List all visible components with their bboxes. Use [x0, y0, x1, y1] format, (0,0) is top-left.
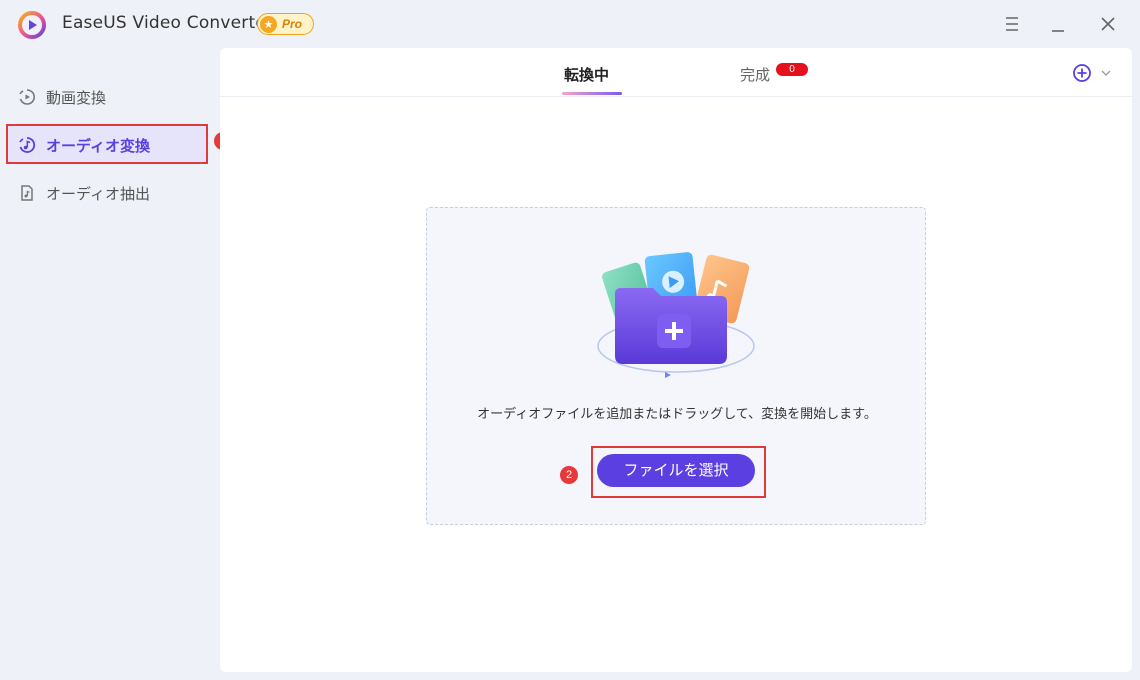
- audio-extract-icon: [21, 185, 33, 201]
- app-logo-icon: [18, 11, 46, 39]
- highlight-box-button: [591, 446, 766, 498]
- add-file-icon[interactable]: [1072, 63, 1092, 83]
- sidebar-item-label: 動画変換: [46, 88, 107, 107]
- tab-bar: 転換中 完成 0: [220, 48, 1132, 97]
- active-tab-indicator: [562, 92, 622, 95]
- pro-badge: ★ Pro: [257, 13, 314, 35]
- pro-label: Pro: [282, 17, 303, 31]
- tab-converting[interactable]: 転換中: [564, 64, 609, 85]
- drop-hint-text: オーディオファイルを追加またはドラッグして、変換を開始します。: [477, 407, 877, 422]
- video-convert-icon: [19, 89, 35, 105]
- close-icon[interactable]: [1096, 12, 1120, 36]
- highlight-box-sidebar: [6, 124, 208, 164]
- sidebar-item-audio-extract[interactable]: オーディオ抽出: [8, 174, 206, 212]
- menu-icon[interactable]: [1000, 12, 1024, 36]
- star-icon: ★: [260, 15, 277, 33]
- minimize-icon[interactable]: [1046, 12, 1070, 36]
- sidebar-item-label: オーディオ抽出: [46, 184, 150, 203]
- sidebar-item-video-convert[interactable]: 動画変換: [8, 78, 206, 116]
- step-marker-2: 2: [560, 466, 578, 484]
- tab-completed[interactable]: 完成: [740, 64, 770, 85]
- chevron-down-icon[interactable]: [1100, 67, 1112, 79]
- app-title: EaseUS Video Converter: [62, 13, 274, 33]
- main-panel: 転換中 完成 0 オーディオファイルを追加またはドラッグして、変換を開始します。…: [220, 48, 1132, 672]
- title-bar: EaseUS Video Converter ★ Pro: [0, 0, 1140, 48]
- folder-with-files-icon: [597, 252, 755, 378]
- completed-count-badge: 0: [776, 63, 808, 76]
